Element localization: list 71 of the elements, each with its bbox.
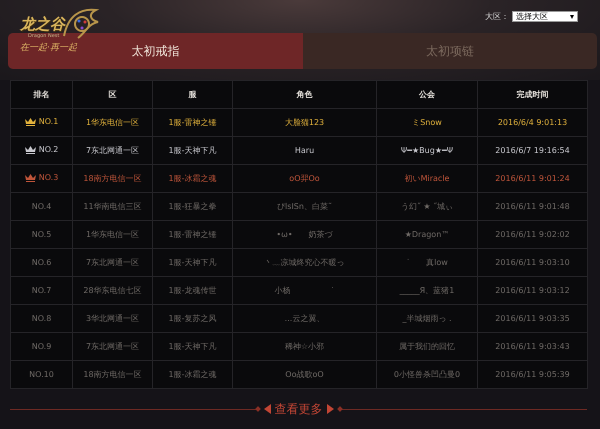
table-cell: 7东北网通一区: [72, 332, 152, 360]
rank-text: NO.8: [32, 314, 52, 323]
table-cell: 3华北网通一区: [72, 304, 152, 332]
rank-text: NO.6: [32, 258, 52, 267]
table-cell: _半城烟雨っ .: [376, 304, 478, 332]
column-header: 服: [152, 80, 232, 108]
table-cell: 18南方电信一区: [72, 164, 152, 192]
table-cell: 7东北网通一区: [72, 136, 152, 164]
table-cell: Oo战歌oO: [232, 360, 376, 388]
table-cell: 2016/6/11 9:03:10: [478, 248, 588, 276]
table-cell: 2016/6/11 9:01:48: [478, 192, 588, 220]
rank-text: NO.10: [29, 370, 54, 379]
column-header: 排名: [10, 80, 72, 108]
rank-text: NO.3: [38, 173, 58, 182]
table-cell: 7东北网通一区: [72, 248, 152, 276]
logo-slogan: 在一起·再一起: [20, 42, 77, 54]
table-cell: 1华东电信一区: [72, 220, 152, 248]
rank-text: NO.5: [32, 230, 52, 239]
table-cell: 稀神☆小邪: [232, 332, 376, 360]
table-cell: 2016/6/7 19:16:54: [478, 136, 588, 164]
table-cell: ...云之翼、: [232, 304, 376, 332]
table-cell: 1华东电信一区: [72, 108, 152, 136]
table-cell: 28华东电信七区: [72, 276, 152, 304]
table-cell: ぴlsISn、白菜˜: [232, 192, 376, 220]
table-cell: oO羿Oo: [232, 164, 376, 192]
table-cell: 11华南电信三区: [72, 192, 152, 220]
table-cell: •ω• 奶茶づ: [232, 220, 376, 248]
table-cell: ˙ 真low: [376, 248, 478, 276]
table-cell: 1服-复苏之风: [152, 304, 232, 332]
table-cell: 18南方电信一区: [72, 360, 152, 388]
rank-text: NO.1: [38, 117, 58, 126]
rank-text: NO.7: [32, 286, 52, 295]
rank-text: NO.2: [38, 145, 58, 154]
table-cell: 属于我们的回忆: [376, 332, 478, 360]
dropdown-arrow-icon: [570, 14, 574, 18]
table-cell: ★Dragon™: [376, 220, 478, 248]
column-header: 角色: [232, 80, 376, 108]
table-cell: 1服-天神下凡: [152, 136, 232, 164]
column-header: 公会: [376, 80, 478, 108]
table-cell: 丶﹏凉城终究心不暖っ: [232, 248, 376, 276]
logo-title: 龙之谷: [20, 16, 65, 33]
table-cell: Haru: [232, 136, 376, 164]
table-cell: 1服-龙魂传世: [152, 276, 232, 304]
table-cell: Ψ━★Bug★━Ψ: [376, 136, 478, 164]
table-cell: 2016/6/11 9:03:35: [478, 304, 588, 332]
table-cell: 1服-天神下凡: [152, 332, 232, 360]
table-cell: 2016/6/4 9:01:13: [478, 108, 588, 136]
table-cell: _____Я、蓝猪1: [376, 276, 478, 304]
table-cell: 2016/6/11 9:03:12: [478, 276, 588, 304]
table-cell: 1服-天神下凡: [152, 248, 232, 276]
table-cell: う幻˝ ★ ˝城ぃ: [376, 192, 478, 220]
table-cell: 1服-雷神之锤: [152, 220, 232, 248]
column-header: 区: [72, 80, 152, 108]
table-cell: 2016/6/11 9:01:24: [478, 164, 588, 192]
table-cell: 大脸猫123: [232, 108, 376, 136]
table-cell: ミSnow: [376, 108, 478, 136]
table-cell: 2016/6/11 9:03:43: [478, 332, 588, 360]
region-dropdown[interactable]: 选择大区: [512, 11, 578, 22]
table-cell: 1服-狂暴之拳: [152, 192, 232, 220]
column-header: 完成时间: [478, 80, 588, 108]
rank-text: NO.4: [32, 202, 52, 211]
region-label: 大区：: [485, 11, 509, 22]
table-cell: 1服-冰霜之魂: [152, 360, 232, 388]
table-cell: 1服-雷神之锤: [152, 108, 232, 136]
table-cell: 1服-冰霜之魂: [152, 164, 232, 192]
table-cell: 小杨 ˙: [232, 276, 376, 304]
rank-text: NO.9: [32, 342, 52, 351]
table-cell: 2016/6/11 9:02:02: [478, 220, 588, 248]
table-cell: 2016/6/11 9:05:39: [478, 360, 588, 388]
table-cell: 0小怪兽杀凹凸曼0: [376, 360, 478, 388]
table-cell: 初いMiracle: [376, 164, 478, 192]
